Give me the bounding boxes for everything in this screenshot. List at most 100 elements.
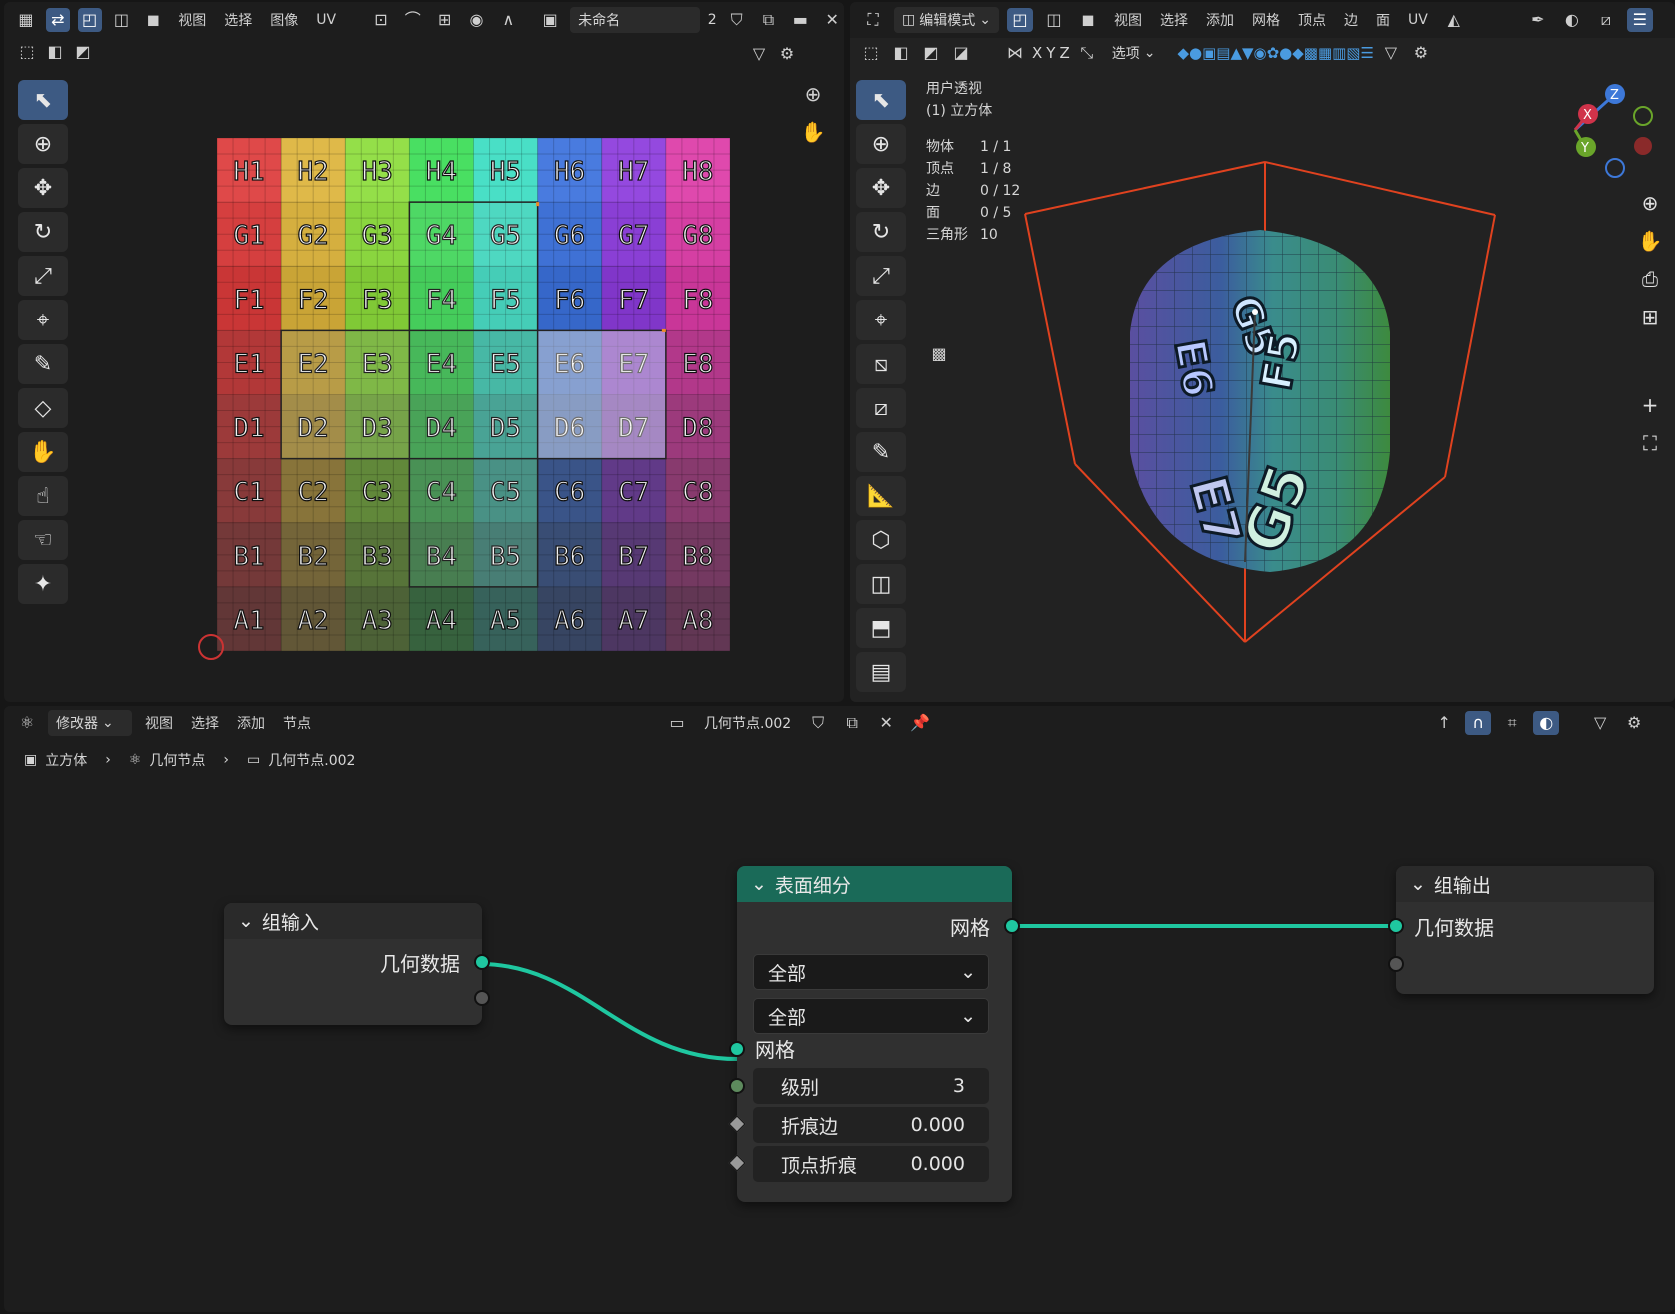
edge-select-icon[interactable]: ◫ <box>110 8 134 32</box>
group-output-title: 组输出 <box>1433 874 1491 897</box>
close-icon[interactable]: ✕ <box>820 8 844 32</box>
frame-icon[interactable]: ⛶ <box>1635 428 1665 458</box>
image-name: 未命名 <box>578 13 621 29</box>
zoom-icon[interactable]: ⊕ <box>800 82 826 106</box>
chevron-down-icon: ⌄ <box>751 873 767 895</box>
chevron-down-icon: ⌄ <box>960 961 976 983</box>
uv-checker-texture[interactable]: H1H2H3H4H5H6H7H8G1G2G3G4G5G6G7G8F1F2F3F4… <box>216 137 731 652</box>
uv-toolbar: ⬉ ⊕ ✥ ↻ ⤢ ⌖ ✎ ◇ ✋ ☝ ☜ ✦ <box>18 80 70 608</box>
uv-select-mode-row: ⬚ ◧ ◩ <box>14 40 96 64</box>
pan-hand-icon[interactable]: ✋ <box>1635 226 1665 256</box>
tool-checker-icon[interactable]: ✦ <box>18 564 68 604</box>
group-input-title: 组输入 <box>261 911 319 934</box>
perspective-grid-icon[interactable]: ⊞ <box>1635 302 1665 332</box>
group-input-node[interactable]: ⌄ 组输入 几何数据 <box>224 903 490 1025</box>
proportional-icon[interactable]: ◉ <box>465 8 489 32</box>
snap-target-icon[interactable]: ⊞ <box>433 8 457 32</box>
edge-crease-label: 折痕边 <box>781 1115 839 1138</box>
tool-move-icon[interactable]: ✥ <box>18 168 68 208</box>
tool-rip-icon[interactable]: ◇ <box>18 388 68 428</box>
tool-cursor-icon[interactable]: ⊕ <box>18 124 68 164</box>
chevron-down-icon: ⌄ <box>960 1005 976 1027</box>
boundary-smooth-select[interactable]: 全部 ⌄ <box>753 998 989 1034</box>
group-output-empty-socket[interactable] <box>1388 956 1404 972</box>
gizmo-y-label: Y <box>1580 141 1589 156</box>
boundary-smooth-value: 全部 <box>768 1006 807 1029</box>
fake-user-icon[interactable]: ⛉ <box>725 8 749 32</box>
level-socket[interactable] <box>729 1078 745 1094</box>
uv-checker-svg: H1H2H3H4H5H6H7H8G1G2G3G4G5G6G7G8F1F2F3F4… <box>216 137 731 652</box>
filter-icon[interactable]: ▽ <box>746 42 772 66</box>
image-name-field[interactable]: 未命名 <box>570 7 700 33</box>
subdivision-title: 表面细分 <box>774 874 851 897</box>
editor-type-icon[interactable]: ▦ <box>14 8 38 32</box>
group-input-geometry-socket[interactable] <box>474 954 490 970</box>
link-geometry-to-mesh[interactable] <box>479 962 738 1061</box>
edge-crease-field[interactable]: 折痕边 0.000 <box>753 1107 989 1143</box>
subdivision-mesh-in-socket[interactable] <box>729 1041 745 1057</box>
falloff-icon[interactable]: ∧ <box>496 8 520 32</box>
select-box-icon[interactable]: ⬚ <box>14 40 40 64</box>
vertex-crease-field[interactable]: 顶点折痕 0.000 <box>753 1146 989 1182</box>
blender-window: ▦ ⇄ ◰ ◫ ◼ 视图 选择 图像 UV ⊡ ⌒ ⊞ ◉ ∧ ▣ 未命名 2 … <box>0 0 1675 1314</box>
subdivision-output-label: 网格 <box>950 916 990 940</box>
group-output-geometry-socket[interactable] <box>1388 918 1404 934</box>
gizmo-z-label: Z <box>1610 88 1619 103</box>
tool-pinch-icon[interactable]: ☜ <box>18 520 68 560</box>
level-field[interactable]: 级别 3 <box>753 1068 989 1104</box>
subdivision-mesh-in-label: 网格 <box>755 1038 795 1062</box>
uv-menu-select[interactable]: 选择 <box>219 10 257 30</box>
duplicate-icon[interactable]: ⧉ <box>757 8 781 32</box>
group-output-header[interactable]: ⌄ 组输出 <box>1396 866 1654 902</box>
subdivision-mesh-out-socket[interactable] <box>1004 918 1020 934</box>
select-extend-icon[interactable]: ◧ <box>42 40 68 64</box>
camera-icon[interactable]: ⎙ <box>1635 264 1665 294</box>
vertex-select-icon[interactable]: ◰ <box>77 8 102 32</box>
uv-editor: ▦ ⇄ ◰ ◫ ◼ 视图 选择 图像 UV ⊡ ⌒ ⊞ ◉ ∧ ▣ 未命名 2 … <box>4 2 844 702</box>
vertex-crease-value: 0.000 <box>910 1153 965 1175</box>
tool-select-icon[interactable]: ⬉ <box>18 80 68 120</box>
uv-menu-image[interactable]: 图像 <box>265 10 303 30</box>
navigation-gizmo[interactable]: Z X Y <box>1573 84 1653 178</box>
chevron-down-icon: ⌄ <box>238 910 254 932</box>
group-input-socket-label: 几何数据 <box>380 952 460 976</box>
uv-smooth-value: 全部 <box>768 962 807 985</box>
tool-transform-icon[interactable]: ⌖ <box>18 300 68 340</box>
face-select-icon[interactable]: ◼ <box>141 8 165 32</box>
tool-scale-icon[interactable]: ⤢ <box>18 256 68 296</box>
cube-label-3: F5 <box>1252 328 1310 394</box>
uv-header: ▦ ⇄ ◰ ◫ ◼ 视图 选择 图像 UV ⊡ ⌒ ⊞ ◉ ∧ ▣ 未命名 2 … <box>4 2 844 38</box>
tool-rotate-icon[interactable]: ↻ <box>18 212 68 252</box>
add-icon[interactable]: + <box>1635 390 1665 420</box>
subdivision-surface-node[interactable]: ⌄ 表面细分 网格 全部 ⌄ 全部 ⌄ 网格 级别 3 折痕边 0.000 顶点折痕 0.0… <box>728 866 1020 1202</box>
select-subtract-icon[interactable]: ◩ <box>70 40 96 64</box>
selected-vertex[interactable] <box>1252 309 1258 315</box>
group-output-node[interactable]: ⌄ 组输出 几何数据 <box>1388 866 1654 994</box>
image-browse-icon[interactable]: ▣ <box>538 8 562 32</box>
image-users: 2 <box>707 12 717 28</box>
tool-grab-icon[interactable]: ✋ <box>18 432 68 472</box>
zoom-icon[interactable]: ⊕ <box>1635 188 1665 218</box>
sync-selection-icon[interactable]: ⇄ <box>45 8 70 32</box>
uv-menu-view[interactable]: 视图 <box>173 10 211 30</box>
pivot-icon[interactable]: ⊡ <box>369 8 393 32</box>
2d-cursor-icon[interactable] <box>198 634 224 660</box>
level-value: 3 <box>952 1075 965 1097</box>
edge-crease-value: 0.000 <box>910 1114 965 1136</box>
gear-icon[interactable]: ⚙ <box>774 42 800 66</box>
group-input-header[interactable]: ⌄ 组输入 <box>224 903 482 939</box>
tool-annotate-icon[interactable]: ✎ <box>18 344 68 384</box>
pan-hand-icon[interactable]: ✋ <box>800 120 826 144</box>
node-editor: ⚛ 修改器 ⌄ 视图 选择 添加 节点 ▭ 几何节点.002 ⛉ ⧉ ✕ 📌 ↑ … <box>4 706 1675 1312</box>
open-folder-icon[interactable]: ▬ <box>788 8 812 32</box>
subdivision-header[interactable]: ⌄ 表面细分 <box>737 866 1012 902</box>
uv-smooth-select[interactable]: 全部 ⌄ <box>753 954 989 990</box>
cube-scene[interactable]: G5 E6 F5 E7 G5 Z X Y <box>850 2 1675 702</box>
uv-menu-uv[interactable]: UV <box>311 12 341 28</box>
group-input-empty-socket[interactable] <box>474 990 490 1006</box>
tool-relax-icon[interactable]: ☝ <box>18 476 68 516</box>
snap-icon[interactable]: ⌒ <box>401 8 425 32</box>
level-label: 级别 <box>781 1076 820 1099</box>
cube-label-2: E6 <box>1165 335 1223 401</box>
group-output-socket-label: 几何数据 <box>1414 916 1494 940</box>
